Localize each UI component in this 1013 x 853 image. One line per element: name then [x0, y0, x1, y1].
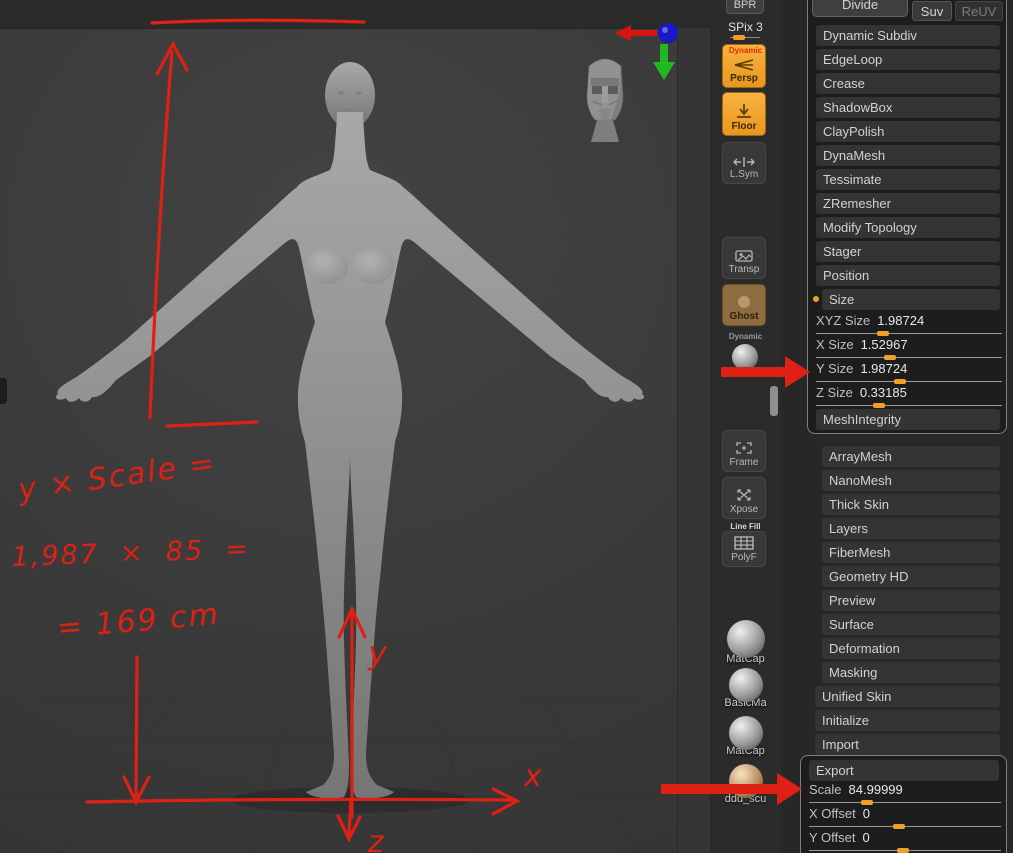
slider-handle[interactable]: [897, 848, 910, 853]
tool-button-edgeloop[interactable]: EdgeLoop: [816, 49, 1000, 70]
reuv-button[interactable]: ReUV: [955, 1, 1003, 21]
size-section-dot: [813, 296, 819, 302]
basic-material-sphere-icon: [728, 668, 763, 702]
slider-track[interactable]: [816, 379, 1002, 384]
geometry-subpalette: Divide Suv ReUV Dynamic Subdiv EdgeLoop …: [807, 0, 1007, 434]
subpalette-export[interactable]: Export: [809, 760, 999, 781]
floor-grid-icon: [737, 104, 751, 118]
tool-button-dynamic-subdiv[interactable]: Dynamic Subdiv: [816, 25, 1000, 46]
slider-x-size[interactable]: X Size 1.52967: [816, 337, 1002, 360]
viewport-canvas[interactable]: [0, 28, 677, 853]
transparency-icon: [735, 250, 753, 262]
symmetry-arrows-icon: [733, 157, 755, 167]
slider-handle[interactable]: [873, 403, 886, 408]
polyframe-grid-icon: [734, 536, 754, 550]
floor-button[interactable]: Floor: [722, 92, 766, 136]
subpalette-import[interactable]: Import: [815, 734, 1000, 755]
subpalette-masking[interactable]: Masking: [822, 662, 1000, 683]
local-symmetry-button[interactable]: L.Sym: [722, 142, 766, 184]
tool-button-crease[interactable]: Crease: [816, 73, 1000, 94]
subpalette-surface[interactable]: Surface: [822, 614, 1000, 635]
slider-handle[interactable]: [893, 824, 906, 829]
tool-button-claypolish[interactable]: ClayPolish: [816, 121, 1000, 142]
tool-button-position[interactable]: Position: [816, 265, 1000, 286]
subpalette-layers[interactable]: Layers: [822, 518, 1000, 539]
slider-xyz-size[interactable]: XYZ Size 1.98724: [816, 313, 1002, 336]
frame-button[interactable]: Frame: [722, 430, 766, 472]
transparency-button[interactable]: Transp: [722, 237, 766, 279]
tool-button-zremesher[interactable]: ZRemesher: [816, 193, 1000, 214]
slider-export-y-offset[interactable]: Y Offset 0: [809, 830, 1001, 853]
spix-handle[interactable]: [733, 35, 745, 40]
dynamic-solo-banner: Dynamic: [728, 332, 763, 341]
slider-export-x-offset[interactable]: X Offset 0: [809, 806, 1001, 829]
gizmo-ball-blue[interactable]: [658, 23, 678, 43]
tool-button-size[interactable]: Size: [822, 289, 1000, 310]
subpalette-arraymesh[interactable]: ArrayMesh: [822, 446, 1000, 467]
zbrush-app: BPR SPix 3 Dynamic Persp Floor L.Sym Tra…: [0, 0, 1013, 853]
spix-track[interactable]: [730, 35, 760, 40]
slider-z-size[interactable]: Z Size 0.33185: [816, 385, 1002, 408]
tool-button-shadowbox[interactable]: ShadowBox: [816, 97, 1000, 118]
subpalette-deformation[interactable]: Deformation: [822, 638, 1000, 659]
slider-track[interactable]: [816, 403, 1002, 408]
line-fill-banner: Line Fill: [730, 522, 761, 531]
subpalette-unified-skin[interactable]: Unified Skin: [815, 686, 1000, 707]
matcap-sphere-icon: [728, 716, 763, 750]
palette-scroll-handle[interactable]: [770, 386, 778, 416]
subpalette-thick-skin[interactable]: Thick Skin: [822, 494, 1000, 515]
material-slot-4[interactable]: ddd_scu: [710, 764, 781, 805]
slider-track[interactable]: [816, 355, 1002, 360]
frame-icon: [736, 442, 752, 454]
material-slot-3[interactable]: MatCap: [710, 716, 781, 757]
divide-button[interactable]: Divide: [812, 0, 908, 17]
subpalette-geometry-hd[interactable]: Geometry HD: [822, 566, 1000, 587]
slider-export-scale[interactable]: Scale 84.99999: [809, 782, 1001, 805]
tool-button-stager[interactable]: Stager: [816, 241, 1000, 262]
tool-button-modify-topology[interactable]: Modify Topology: [816, 217, 1000, 238]
canvas-edge-handle[interactable]: [0, 378, 7, 404]
slider-handle[interactable]: [876, 331, 889, 336]
material-slot-1[interactable]: MatCap: [710, 620, 781, 665]
slider-y-size[interactable]: Y Size 1.98724: [816, 361, 1002, 384]
skin-material-sphere-icon: [728, 764, 763, 798]
bpr-button[interactable]: BPR: [726, 0, 764, 14]
xpose-button[interactable]: Xpose: [722, 477, 766, 519]
material-slot-2[interactable]: BasicMa: [710, 668, 781, 709]
matcap-sphere-icon: [726, 620, 765, 658]
canvas-right-gutter: [677, 28, 710, 853]
polyframe-button[interactable]: PolyF: [722, 531, 766, 567]
slider-track[interactable]: [809, 848, 1001, 853]
slider-handle[interactable]: [893, 379, 906, 384]
suv-button[interactable]: Suv: [912, 1, 952, 21]
slider-track[interactable]: [809, 824, 1001, 829]
slider-handle[interactable]: [884, 355, 897, 360]
ghost-button[interactable]: Ghost: [722, 284, 766, 326]
subpalette-fibermesh[interactable]: FiberMesh: [822, 542, 1000, 563]
slider-track[interactable]: [816, 331, 1002, 336]
slider-handle[interactable]: [860, 800, 873, 805]
spix-label: SPix: [728, 20, 753, 34]
dynamic-persp-banner: Dynamic: [728, 46, 763, 55]
tool-button-dynamesh[interactable]: DynaMesh: [816, 145, 1000, 166]
spix-slider[interactable]: SPix 3: [710, 20, 781, 34]
subpalette-preview[interactable]: Preview: [822, 590, 1000, 611]
canvas-top-bar: [0, 0, 710, 28]
subpalette-initialize[interactable]: Initialize: [815, 710, 1000, 731]
tool-button-meshintegrity[interactable]: MeshIntegrity: [816, 409, 1000, 430]
xpose-expand-icon: [737, 489, 751, 501]
solo-sphere-button[interactable]: [732, 344, 758, 370]
tool-button-tessimate[interactable]: Tessimate: [816, 169, 1000, 190]
subpalette-nanomesh[interactable]: NanoMesh: [822, 470, 1000, 491]
export-subpalette: Export Scale 84.99999 X Offset 0 Y Offset 0: [800, 755, 1007, 853]
ghost-sphere-icon: [738, 296, 750, 308]
slider-track[interactable]: [809, 800, 1001, 805]
perspective-icon: [734, 59, 754, 71]
spix-value: 3: [756, 20, 763, 34]
